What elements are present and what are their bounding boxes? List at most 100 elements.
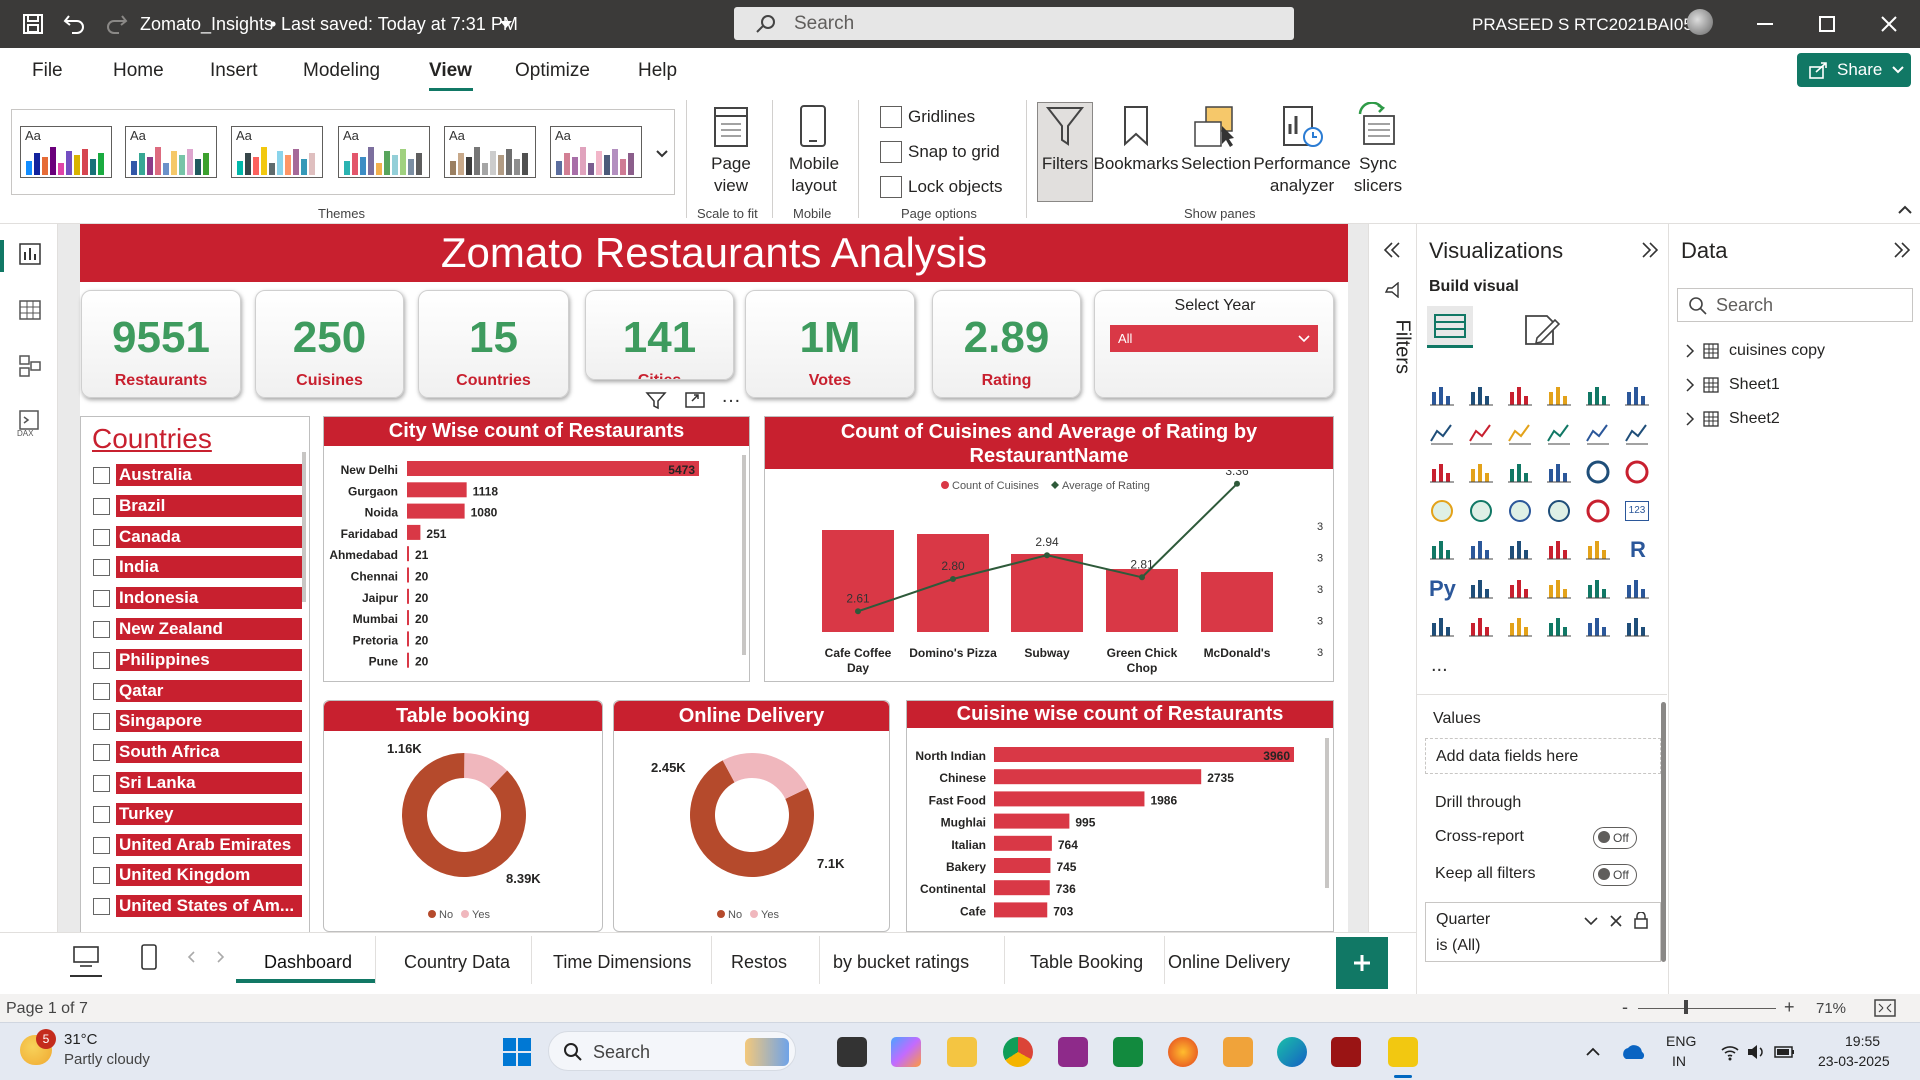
data-table-item[interactable]: Sheet1: [1681, 372, 1911, 398]
collapse-pane-icon[interactable]: [1641, 242, 1659, 258]
theme-swatch-6[interactable]: Aa: [550, 126, 642, 178]
zoom-in-button[interactable]: +: [1784, 997, 1795, 1018]
country-checkbox[interactable]: [93, 744, 110, 762]
kpi-cuisines[interactable]: 250 Cuisines: [255, 290, 404, 398]
clock-date[interactable]: 23-03-2025: [1818, 1053, 1890, 1069]
theme-swatch-2[interactable]: Aa: [125, 126, 217, 178]
table-icon[interactable]: [1546, 536, 1572, 562]
qa-icon[interactable]: [1546, 575, 1572, 601]
sync-slicers-button[interactable]: Sync slicers: [1346, 153, 1410, 197]
task-view-icon[interactable]: [837, 1037, 867, 1067]
chevron-right-icon[interactable]: [1685, 412, 1695, 426]
taskbar-search[interactable]: Search: [548, 1031, 796, 1071]
performance-analyzer-icon[interactable]: [1280, 104, 1324, 148]
data-table-item[interactable]: Sheet2: [1681, 406, 1911, 432]
bookmark-icon[interactable]: [1120, 104, 1152, 148]
keep-all-filters-toggle[interactable]: Off: [1593, 864, 1637, 886]
lock-objects-checkbox[interactable]: [880, 176, 902, 198]
multi-row-card-icon[interactable]: [1429, 536, 1455, 562]
visual-filter-icon[interactable]: [645, 390, 667, 410]
language-label[interactable]: ENG: [1666, 1033, 1696, 1049]
python-visual-icon[interactable]: Py: [1429, 575, 1456, 601]
kpi-icon[interactable]: [1468, 536, 1494, 562]
country-checkbox[interactable]: [93, 867, 110, 885]
theme-swatch-5[interactable]: Aa: [444, 126, 536, 178]
waterfall-chart-icon[interactable]: [1468, 459, 1494, 485]
smart-narrative-icon[interactable]: [1585, 575, 1611, 601]
page-tab[interactable]: Time Dimensions: [553, 952, 691, 973]
more-visuals-button[interactable]: ...: [1431, 654, 1448, 677]
mobile-layout-button[interactable]: Mobile layout: [780, 153, 848, 197]
dax-query-view-icon[interactable]: DAX: [16, 409, 44, 437]
build-visual-tab[interactable]: [1427, 306, 1473, 348]
country-checkbox[interactable]: [93, 713, 110, 731]
country-checkbox[interactable]: [93, 467, 110, 484]
funnel-chart-icon[interactable]: [1507, 459, 1533, 485]
expand-filters-icon[interactable]: [1383, 242, 1401, 258]
metrics-icon[interactable]: [1624, 575, 1650, 601]
kpi-rating[interactable]: 2.89 Rating: [932, 290, 1081, 398]
chevron-down-icon[interactable]: [500, 21, 512, 29]
page-tab[interactable]: Table Booking: [1030, 952, 1143, 973]
decomposition-tree-icon[interactable]: [1507, 575, 1533, 601]
scrollbar[interactable]: [742, 455, 746, 655]
performance-analyzer-button[interactable]: Performance analyzer: [1253, 153, 1351, 197]
custom-visual-icon[interactable]: [1546, 613, 1572, 639]
collapse-pane-icon[interactable]: [1893, 242, 1911, 258]
filled-map-icon[interactable]: [1507, 498, 1533, 524]
stacked-column-chart-icon[interactable]: [1468, 382, 1494, 408]
paginated-report-icon[interactable]: [1429, 613, 1455, 639]
snap-to-grid-checkbox[interactable]: [880, 141, 902, 163]
chevron-right-icon[interactable]: [1685, 344, 1695, 358]
country-checkbox[interactable]: [93, 682, 110, 700]
selection-icon[interactable]: [1192, 104, 1238, 148]
menu-file[interactable]: File: [32, 60, 63, 82]
chevron-up-icon[interactable]: [1586, 1047, 1600, 1057]
page-view-button[interactable]: Page view: [700, 153, 762, 197]
matrix-icon[interactable]: [1585, 536, 1611, 562]
zoom-slider-thumb[interactable]: [1684, 1000, 1688, 1014]
page-tab[interactable]: Online Delivery: [1168, 952, 1290, 973]
line-and-stacked-column-icon[interactable]: [1585, 421, 1611, 447]
drill-filter-card[interactable]: Quarter is (All): [1425, 902, 1661, 962]
page-tab[interactable]: Restos: [731, 952, 787, 973]
copilot-icon[interactable]: [891, 1037, 921, 1067]
line-chart-icon[interactable]: [1429, 421, 1455, 447]
r-visual-icon[interactable]: R: [1624, 536, 1650, 562]
minimize-icon[interactable]: [1757, 23, 1773, 25]
page-tab[interactable]: by bucket ratings: [833, 952, 969, 973]
menu-insert[interactable]: Insert: [210, 60, 258, 82]
clustered-column-chart-icon[interactable]: [1546, 382, 1572, 408]
menu-view[interactable]: View: [429, 60, 472, 82]
100-stacked-bar-chart-icon[interactable]: [1585, 382, 1611, 408]
zoom-slider-track[interactable]: [1638, 1008, 1776, 1009]
share-button[interactable]: Share: [1797, 53, 1911, 87]
menu-modeling[interactable]: Modeling: [303, 60, 380, 82]
mobile-layout-icon[interactable]: [798, 104, 828, 148]
stacked-bar-chart-icon[interactable]: [1429, 382, 1455, 408]
page-tab[interactable]: Country Data: [404, 952, 510, 973]
page-view-icon[interactable]: [711, 104, 751, 148]
theme-swatch-1[interactable]: Aa: [20, 126, 112, 178]
scrollbar[interactable]: [1661, 702, 1666, 962]
excel-icon[interactable]: [1113, 1037, 1143, 1067]
bookmarks-button[interactable]: Bookmarks: [1093, 153, 1179, 175]
redo-icon[interactable]: [104, 12, 128, 34]
kpi-votes[interactable]: 1M Votes: [745, 290, 915, 398]
area-chart-icon[interactable]: [1468, 421, 1494, 447]
file-title[interactable]: Zomato_Insights: [140, 14, 273, 35]
country-checkbox[interactable]: [93, 497, 110, 515]
scrollbar[interactable]: [302, 452, 306, 602]
add-page-button[interactable]: [1336, 937, 1388, 989]
chevron-visual-icon[interactable]: [1624, 613, 1650, 639]
map-icon[interactable]: [1468, 498, 1494, 524]
themes-expand-icon[interactable]: [656, 150, 668, 158]
clock-time[interactable]: 19:55: [1845, 1033, 1880, 1049]
theme-swatch-4[interactable]: Aa: [338, 126, 430, 178]
100-stacked-area-chart-icon[interactable]: [1546, 421, 1572, 447]
search-input[interactable]: Search: [734, 7, 1294, 40]
region-label[interactable]: IN: [1672, 1053, 1686, 1069]
firefox-icon[interactable]: [1168, 1037, 1198, 1067]
country-checkbox[interactable]: [93, 621, 110, 638]
focus-mode-icon[interactable]: [684, 391, 706, 409]
